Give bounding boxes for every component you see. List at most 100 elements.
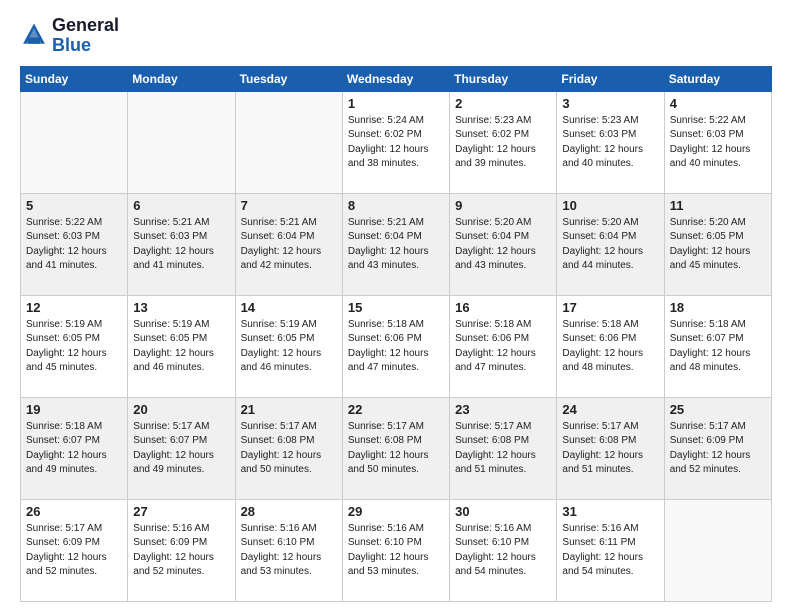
day-info: Sunrise: 5:23 AM Sunset: 6:03 PM Dayligh… [562,114,658,172]
calendar-cell: 30 Sunrise: 5:16 AM Sunset: 6:10 PM Dayli… [450,499,557,601]
weekday-header-sunday: Sunday [21,66,128,91]
logo-text: General Blue [52,16,119,56]
calendar-cell: 23 Sunrise: 5:17 AM Sunset: 6:08 PM Dayli… [450,397,557,499]
day-number: 27 [133,504,229,519]
day-info: Sunrise: 5:16 AM Sunset: 6:11 PM Dayligh… [562,522,658,580]
day-info: Sunrise: 5:16 AM Sunset: 6:10 PM Dayligh… [455,522,551,580]
day-info: Sunrise: 5:16 AM Sunset: 6:09 PM Dayligh… [133,522,229,580]
day-number: 30 [455,504,551,519]
week-row-2: 5 Sunrise: 5:22 AM Sunset: 6:03 PM Daylig… [21,193,772,295]
day-info: Sunrise: 5:21 AM Sunset: 6:04 PM Dayligh… [348,216,444,274]
day-info: Sunrise: 5:23 AM Sunset: 6:02 PM Dayligh… [455,114,551,172]
day-info: Sunrise: 5:16 AM Sunset: 6:10 PM Dayligh… [348,522,444,580]
calendar-cell [235,91,342,193]
calendar-cell: 15 Sunrise: 5:18 AM Sunset: 6:06 PM Dayli… [342,295,449,397]
day-number: 6 [133,198,229,213]
weekday-header-friday: Friday [557,66,664,91]
day-info: Sunrise: 5:20 AM Sunset: 6:04 PM Dayligh… [562,216,658,274]
calendar-cell: 31Sunrise: 5:16 AM Sunset: 6:11 PM Dayli… [557,499,664,601]
day-number: 21 [241,402,337,417]
day-number: 4 [670,96,766,111]
calendar-cell: 8 Sunrise: 5:21 AM Sunset: 6:04 PM Daylig… [342,193,449,295]
calendar-cell: 26 Sunrise: 5:17 AM Sunset: 6:09 PM Dayli… [21,499,128,601]
calendar-cell: 29 Sunrise: 5:16 AM Sunset: 6:10 PM Dayli… [342,499,449,601]
calendar-cell: 18 Sunrise: 5:18 AM Sunset: 6:07 PM Dayli… [664,295,771,397]
day-info: Sunrise: 5:18 AM Sunset: 6:07 PM Dayligh… [670,318,766,376]
day-number: 8 [348,198,444,213]
calendar-cell: 2 Sunrise: 5:23 AM Sunset: 6:02 PM Daylig… [450,91,557,193]
week-row-1: 1 Sunrise: 5:24 AM Sunset: 6:02 PM Daylig… [21,91,772,193]
calendar-cell: 25 Sunrise: 5:17 AM Sunset: 6:09 PM Dayli… [664,397,771,499]
header: General Blue [20,16,772,56]
day-info: Sunrise: 5:21 AM Sunset: 6:04 PM Dayligh… [241,216,337,274]
calendar-cell [21,91,128,193]
day-number: 29 [348,504,444,519]
day-info: Sunrise: 5:18 AM Sunset: 6:06 PM Dayligh… [348,318,444,376]
day-number: 18 [670,300,766,315]
day-info: Sunrise: 5:17 AM Sunset: 6:07 PM Dayligh… [133,420,229,478]
day-info: Sunrise: 5:21 AM Sunset: 6:03 PM Dayligh… [133,216,229,274]
day-number: 13 [133,300,229,315]
day-number: 23 [455,402,551,417]
calendar-cell [128,91,235,193]
day-number: 16 [455,300,551,315]
day-info: Sunrise: 5:17 AM Sunset: 6:08 PM Dayligh… [562,420,658,478]
day-info: Sunrise: 5:17 AM Sunset: 6:08 PM Dayligh… [241,420,337,478]
day-number: 19 [26,402,122,417]
weekday-header-row: SundayMondayTuesdayWednesdayThursdayFrid… [21,66,772,91]
week-row-4: 19 Sunrise: 5:18 AM Sunset: 6:07 PM Dayli… [21,397,772,499]
day-info: Sunrise: 5:19 AM Sunset: 6:05 PM Dayligh… [241,318,337,376]
weekday-header-thursday: Thursday [450,66,557,91]
day-number: 26 [26,504,122,519]
weekday-header-wednesday: Wednesday [342,66,449,91]
calendar-cell [664,499,771,601]
day-info: Sunrise: 5:24 AM Sunset: 6:02 PM Dayligh… [348,114,444,172]
day-info: Sunrise: 5:17 AM Sunset: 6:08 PM Dayligh… [455,420,551,478]
day-number: 22 [348,402,444,417]
day-number: 2 [455,96,551,111]
calendar-cell: 28Sunrise: 5:16 AM Sunset: 6:10 PM Dayli… [235,499,342,601]
day-info: Sunrise: 5:17 AM Sunset: 6:09 PM Dayligh… [26,522,122,580]
calendar-cell: 20Sunrise: 5:17 AM Sunset: 6:07 PM Dayli… [128,397,235,499]
calendar-cell: 12Sunrise: 5:19 AM Sunset: 6:05 PM Dayli… [21,295,128,397]
calendar-cell: 19 Sunrise: 5:18 AM Sunset: 6:07 PM Dayli… [21,397,128,499]
week-row-5: 26 Sunrise: 5:17 AM Sunset: 6:09 PM Dayli… [21,499,772,601]
day-info: Sunrise: 5:17 AM Sunset: 6:09 PM Dayligh… [670,420,766,478]
day-number: 24 [562,402,658,417]
page: General Blue SundayMondayTuesdayWednesda… [0,0,792,612]
day-number: 5 [26,198,122,213]
day-number: 10 [562,198,658,213]
day-info: Sunrise: 5:22 AM Sunset: 6:03 PM Dayligh… [670,114,766,172]
logo-icon [20,22,48,50]
day-number: 14 [241,300,337,315]
calendar-cell: 11Sunrise: 5:20 AM Sunset: 6:05 PM Dayli… [664,193,771,295]
day-number: 9 [455,198,551,213]
calendar-cell: 7 Sunrise: 5:21 AM Sunset: 6:04 PM Daylig… [235,193,342,295]
calendar-cell: 27 Sunrise: 5:16 AM Sunset: 6:09 PM Dayli… [128,499,235,601]
day-info: Sunrise: 5:22 AM Sunset: 6:03 PM Dayligh… [26,216,122,274]
calendar-cell: 10 Sunrise: 5:20 AM Sunset: 6:04 PM Dayli… [557,193,664,295]
calendar-cell: 9 Sunrise: 5:20 AM Sunset: 6:04 PM Daylig… [450,193,557,295]
calendar-table: SundayMondayTuesdayWednesdayThursdayFrid… [20,66,772,602]
calendar-cell: 22 Sunrise: 5:17 AM Sunset: 6:08 PM Dayli… [342,397,449,499]
day-number: 7 [241,198,337,213]
day-info: Sunrise: 5:19 AM Sunset: 6:05 PM Dayligh… [26,318,122,376]
weekday-header-saturday: Saturday [664,66,771,91]
day-number: 1 [348,96,444,111]
calendar-cell: 6 Sunrise: 5:21 AM Sunset: 6:03 PM Daylig… [128,193,235,295]
logo-line2: Blue [52,35,91,55]
calendar-cell: 21 Sunrise: 5:17 AM Sunset: 6:08 PM Dayli… [235,397,342,499]
day-info: Sunrise: 5:18 AM Sunset: 6:07 PM Dayligh… [26,420,122,478]
day-number: 25 [670,402,766,417]
calendar-cell: 4 Sunrise: 5:22 AM Sunset: 6:03 PM Daylig… [664,91,771,193]
day-info: Sunrise: 5:18 AM Sunset: 6:06 PM Dayligh… [562,318,658,376]
day-number: 17 [562,300,658,315]
weekday-header-tuesday: Tuesday [235,66,342,91]
weekday-header-monday: Monday [128,66,235,91]
calendar-cell: 17 Sunrise: 5:18 AM Sunset: 6:06 PM Dayli… [557,295,664,397]
calendar-cell: 3Sunrise: 5:23 AM Sunset: 6:03 PM Daylig… [557,91,664,193]
day-info: Sunrise: 5:18 AM Sunset: 6:06 PM Dayligh… [455,318,551,376]
day-number: 15 [348,300,444,315]
day-info: Sunrise: 5:20 AM Sunset: 6:04 PM Dayligh… [455,216,551,274]
day-info: Sunrise: 5:17 AM Sunset: 6:08 PM Dayligh… [348,420,444,478]
